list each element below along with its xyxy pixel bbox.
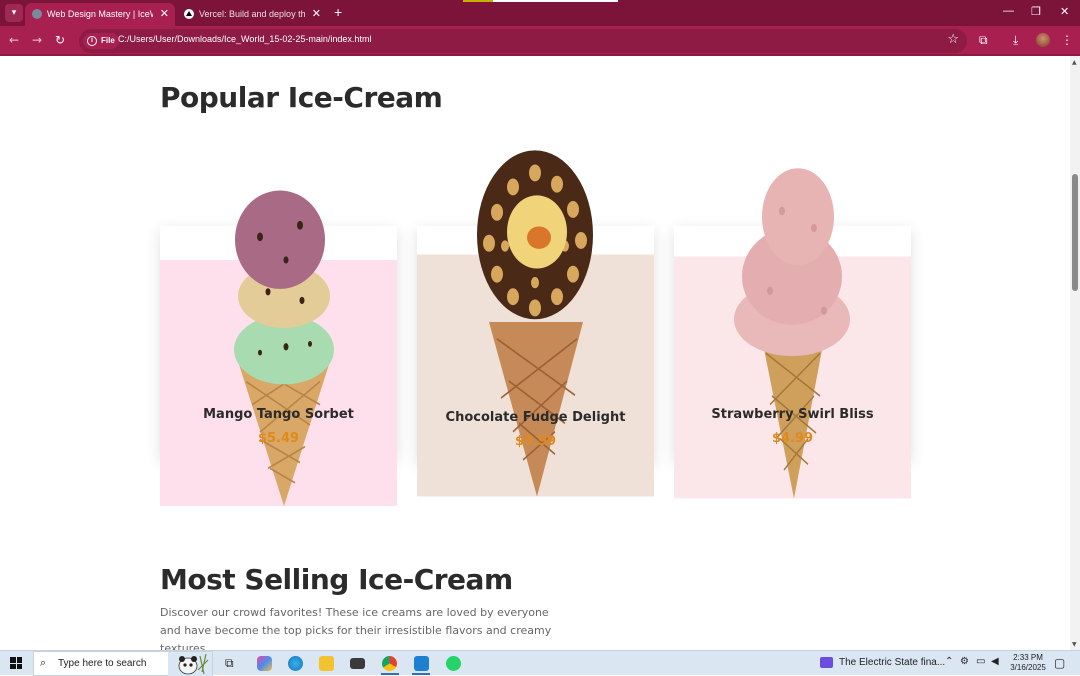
close-icon[interactable]: ✕	[160, 7, 169, 20]
product-price: $5.99	[514, 434, 557, 449]
show-hidden-icons-chevron-icon[interactable]: ⌃	[945, 656, 953, 667]
search-highlight-panda-icon[interactable]	[168, 652, 212, 676]
vscode-icon[interactable]	[414, 656, 429, 671]
info-icon: i	[87, 36, 97, 46]
bookmark-star-icon[interactable]: ☆	[947, 32, 959, 47]
product-name: Mango Tango Sorbet	[203, 407, 354, 422]
product-card[interactable]: Mango Tango Sorbet $5.49	[160, 190, 397, 506]
edge-browser-icon[interactable]	[288, 656, 303, 671]
notification-center-icon[interactable]: ▢	[1054, 656, 1065, 670]
extensions-icon[interactable]: ⧉	[979, 33, 988, 48]
scroll-down-icon[interactable]: ▼	[1072, 641, 1077, 648]
windows-start-icon[interactable]	[10, 657, 22, 669]
video-notification-icon	[820, 657, 833, 668]
url-text[interactable]: C:/Users/User/Downloads/Ice_World_15-02-…	[118, 34, 371, 44]
product-name: Strawberry Swirl Bliss	[711, 407, 874, 422]
back-arrow-icon[interactable]: ←	[9, 33, 19, 47]
strawberry-icecream-cone-image	[674, 168, 911, 499]
whatsapp-icon[interactable]	[446, 656, 461, 671]
tab-label: Vercel: Build and deploy the be	[199, 9, 305, 19]
minimize-icon[interactable]: —	[1003, 5, 1014, 17]
tab-label: Web Design Mastery | IceWorld	[47, 9, 153, 19]
clock-date: 3/16/2025	[1010, 663, 1046, 672]
taskbar-clock[interactable]: 2:33 PM 3/16/2025	[1008, 653, 1048, 673]
reload-icon[interactable]: ↻	[55, 33, 65, 47]
display-icon[interactable]: ▭	[976, 656, 985, 667]
product-name: Chocolate Fudge Delight	[445, 410, 626, 425]
chrome-icon[interactable]	[382, 656, 397, 671]
globe-icon	[32, 9, 42, 19]
scroll-thumb[interactable]	[1072, 174, 1078, 291]
file-explorer-icon[interactable]	[319, 656, 334, 671]
download-icon[interactable]: ⤓	[1013, 33, 1018, 48]
browser-toolbar: ← → ↻ i File C:/Users/User/Downloads/Ice…	[0, 26, 1080, 56]
search-icon: ⌕	[40, 656, 47, 669]
more-menu-icon[interactable]: ⋮	[1061, 33, 1073, 47]
mail-icon[interactable]	[350, 658, 365, 669]
close-icon[interactable]: ✕	[312, 7, 321, 20]
windows-taskbar: ⌕ Type here to search ⧉ The Electric Sta…	[0, 650, 1080, 676]
address-bar[interactable]: i File C:/Users/User/Downloads/Ice_World…	[79, 29, 967, 53]
product-card[interactable]: Strawberry Swirl Bliss $4.99	[674, 168, 911, 499]
scroll-up-icon[interactable]: ▲	[1072, 59, 1077, 66]
most-selling-description: Discover our crowd favorites! These ice …	[160, 606, 552, 650]
forward-arrow-icon[interactable]: →	[32, 33, 42, 47]
site-info-chip[interactable]: i File	[83, 33, 119, 49]
product-price: $4.99	[771, 431, 814, 446]
product-card[interactable]: Chocolate Fudge Delight $5.99	[417, 150, 654, 497]
volume-icon[interactable]: ◀	[991, 656, 999, 667]
tab-vercel[interactable]: Vercel: Build and deploy the be ✕	[177, 3, 327, 26]
tab-search-menu-icon[interactable]: ▾	[5, 4, 23, 22]
chocolate-nut-cone-image	[417, 150, 654, 497]
copilot-icon[interactable]	[257, 656, 272, 671]
browser-titlebar: ▾ Web Design Mastery | IceWorld ✕ Vercel…	[0, 0, 1080, 26]
web-page: Popular Ice-Cream Mango Tango Sorbet $5.…	[0, 56, 1070, 650]
site-info-label: File	[101, 36, 115, 45]
window-close-icon[interactable]: ✕	[1060, 5, 1069, 18]
window-top-highlight	[463, 0, 618, 2]
page-scrollbar[interactable]: ▲ ▼	[1070, 56, 1080, 650]
tab-iceworld[interactable]: Web Design Mastery | IceWorld ✕	[25, 3, 175, 26]
new-tab-button[interactable]: +	[334, 4, 342, 20]
product-price: $5.49	[257, 431, 300, 446]
network-icon[interactable]: ⚙	[960, 656, 969, 667]
restore-icon[interactable]: ❐	[1031, 5, 1041, 18]
taskbar-notification[interactable]: The Electric State fina...	[839, 657, 945, 668]
most-selling-section-title: Most Selling Ice-Cream	[160, 563, 513, 596]
task-view-icon[interactable]: ⧉	[225, 656, 234, 671]
taskbar-search-placeholder: Type here to search	[58, 658, 147, 669]
mint-icecream-cone-image	[160, 190, 397, 506]
vercel-icon	[184, 9, 194, 19]
popular-section-title: Popular Ice-Cream	[160, 81, 443, 114]
profile-avatar[interactable]	[1036, 33, 1050, 47]
clock-time: 2:33 PM	[1013, 653, 1043, 662]
